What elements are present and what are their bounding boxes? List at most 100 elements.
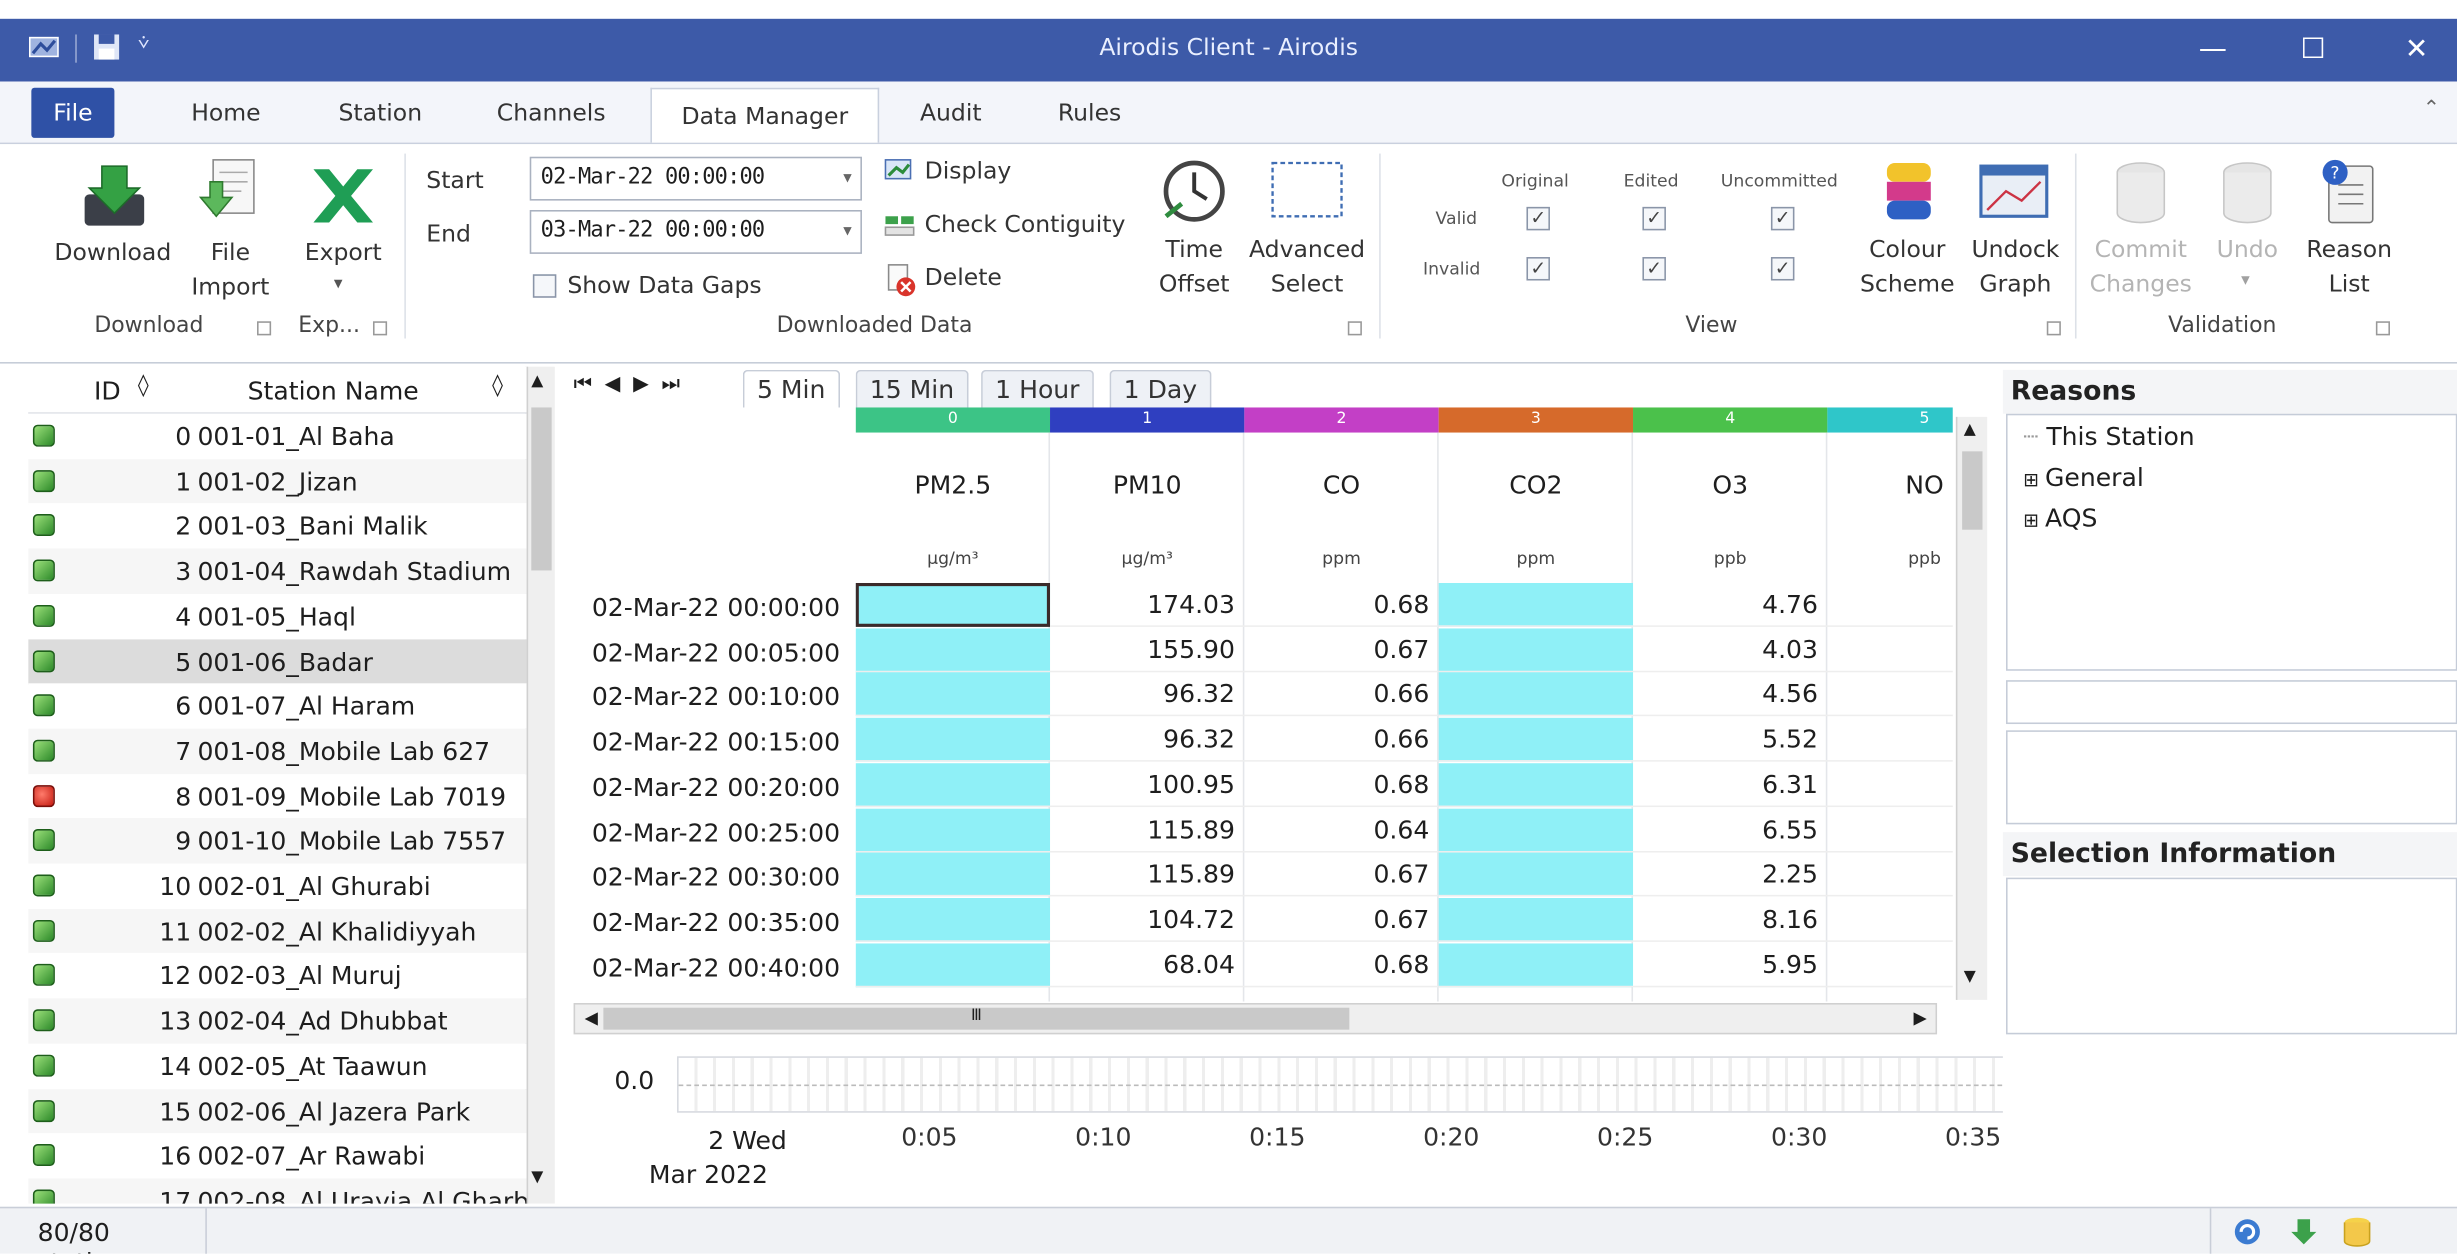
timestamp-cell[interactable]: 02-Mar-22 00:05:00 (567, 631, 852, 675)
data-cell[interactable]: 4.56 (1633, 673, 1828, 717)
station-row[interactable]: 3 001-04_Rawdah Stadium (28, 548, 527, 595)
data-cell[interactable]: 8.16 (1633, 898, 1828, 942)
channel-number[interactable]: 1 (1050, 407, 1245, 433)
dialog-launcher-icon[interactable] (372, 321, 388, 336)
channel-name[interactable]: CO2 (1439, 470, 1633, 500)
data-cell[interactable] (1438, 582, 1634, 627)
reasons-tree[interactable]: ┈ This Station ⊞ General ⊞ AQS (2006, 413, 2457, 671)
data-cell[interactable]: 5.52 (1633, 718, 1828, 762)
timestamp-cell[interactable]: 02-Mar-22 00:20:00 (567, 766, 852, 810)
station-row[interactable]: 5 001-06_Badar (28, 638, 527, 685)
data-cell[interactable]: 1 (1827, 718, 1953, 762)
channel-number[interactable]: 4 (1633, 407, 1828, 433)
channel-number[interactable]: 2 (1244, 407, 1439, 433)
original-valid-checkbox[interactable]: ✓ (1526, 206, 1550, 231)
start-date-combo[interactable]: 02-Mar-22 00:00:00 ▼ (529, 156, 862, 201)
station-row[interactable]: 2 001-03_Bani Malik (28, 503, 527, 550)
station-row[interactable]: 17 002-08_Al Urayja Al Gharbiyah (28, 1178, 527, 1204)
data-cell[interactable] (855, 627, 1051, 672)
id-column-header[interactable]: ID (94, 376, 121, 406)
tab-audit[interactable]: Audit (904, 94, 997, 141)
undock-graph-button[interactable]: Undock Graph (1965, 154, 2065, 304)
file-import-button[interactable]: File Import (188, 150, 273, 307)
data-cell[interactable] (855, 852, 1051, 897)
tab-channels[interactable]: Channels (481, 94, 621, 141)
timestamp-cell[interactable]: 02-Mar-22 00:15:00 (567, 721, 852, 765)
station-row[interactable]: 8 001-09_Mobile Lab 7019 (28, 773, 527, 820)
reason-list-button[interactable]: ? Reason List (2298, 154, 2401, 304)
tab-data-manager[interactable]: Data Manager (650, 87, 880, 143)
data-cell[interactable]: 0.68 (1244, 583, 1439, 627)
data-cell[interactable]: 96.32 (1050, 673, 1245, 717)
scroll-right-icon[interactable]: ▶ (1914, 1008, 1927, 1028)
data-cell[interactable]: 0.67 (1244, 898, 1439, 942)
collapse-ribbon-icon[interactable]: ⌃ (2423, 97, 2440, 121)
channel-name[interactable]: PM10 (1050, 470, 1244, 500)
data-cell[interactable] (1438, 942, 1634, 987)
show-data-gaps-checkbox[interactable] (532, 274, 557, 298)
station-row[interactable]: 12 002-03_Al Muruj (28, 953, 527, 999)
data-cell[interactable] (855, 897, 1051, 942)
timestamp-cell[interactable]: 02-Mar-22 00:25:00 (567, 811, 852, 855)
tab-station[interactable]: Station (323, 94, 438, 141)
data-cell[interactable]: 1 (1827, 808, 1953, 852)
data-cell[interactable] (1438, 897, 1634, 942)
station-row[interactable]: 11 002-02_Al Khalidiyyah (28, 908, 527, 954)
scroll-up-icon[interactable]: ▲ (531, 373, 543, 390)
data-cell[interactable]: 5.95 (1633, 943, 1828, 987)
data-cell[interactable]: 96.32 (1050, 718, 1245, 762)
delete-button[interactable]: Delete (884, 260, 1072, 301)
station-row[interactable]: 9 001-10_Mobile Lab 7557 (28, 818, 527, 864)
data-cell[interactable] (1438, 852, 1634, 897)
tab-rules[interactable]: Rules (1042, 94, 1137, 141)
tab-home[interactable]: Home (176, 94, 277, 141)
data-cell[interactable] (1438, 762, 1634, 807)
download-arrow-icon[interactable] (2288, 1216, 2319, 1254)
data-cell[interactable]: 0.68 (1244, 943, 1439, 987)
timestamp-cell[interactable]: 02-Mar-22 00:10:00 (567, 676, 852, 720)
data-cell[interactable]: 0.67 (1244, 853, 1439, 897)
station-row[interactable]: 15 002-06_Al Jazera Park (28, 1088, 527, 1134)
data-cell[interactable]: 1 (1827, 673, 1953, 717)
data-cell[interactable]: 155.90 (1050, 628, 1245, 672)
tree-item-general[interactable]: ⊞ General (2023, 462, 2144, 492)
data-cell[interactable]: 6.31 (1633, 763, 1828, 807)
station-row[interactable]: 16 002-07_Ar Rawabi (28, 1133, 527, 1179)
record-navigation-icons[interactable]: ⏮ ◀ ▶ ⏭ (574, 373, 683, 397)
data-cell[interactable] (855, 672, 1051, 717)
edited-valid-checkbox[interactable]: ✓ (1642, 206, 1666, 231)
data-cell[interactable]: 68.04 (1050, 943, 1245, 987)
data-cell[interactable]: 1 (1827, 583, 1953, 627)
data-cell[interactable]: 1 (1827, 898, 1953, 942)
reason-comment[interactable] (2006, 730, 2457, 825)
scroll-left-icon[interactable]: ◀ (585, 1008, 598, 1028)
data-cell[interactable]: 4.76 (1633, 583, 1828, 627)
data-cell[interactable] (1438, 672, 1634, 717)
data-cell[interactable] (855, 807, 1051, 852)
data-cell[interactable]: 174.03 (1050, 583, 1245, 627)
timestamp-cell[interactable]: 02-Mar-22 00:40:00 (567, 946, 852, 990)
timestamp-cell[interactable]: 02-Mar-22 00:00:00 (567, 586, 852, 630)
colour-scheme-button[interactable]: Colour Scheme (1859, 154, 1956, 304)
scroll-up-icon[interactable]: ▲ (1964, 422, 1976, 439)
station-row[interactable]: 6 001-07_Al Haram (28, 683, 527, 730)
station-row[interactable]: 1 001-02_Jizan (28, 458, 527, 505)
download-button[interactable]: Download (47, 150, 179, 307)
check-contiguity-button[interactable]: Check Contiguity (884, 207, 1150, 248)
channel-name[interactable]: O3 (1633, 470, 1827, 500)
station-list-scrollbar[interactable]: ▲ ▼ (526, 366, 555, 1204)
uncommitted-valid-checkbox[interactable]: ✓ (1770, 206, 1795, 231)
data-cell[interactable]: 2.25 (1633, 853, 1828, 897)
data-cell[interactable]: 1 (1827, 628, 1953, 672)
dialog-launcher-icon[interactable] (1347, 321, 1362, 336)
scroll-thumb[interactable]: Ⅲ (603, 1007, 1350, 1030)
edited-invalid-checkbox[interactable]: ✓ (1642, 257, 1666, 281)
data-cell[interactable]: 115.89 (1050, 853, 1245, 897)
channel-name[interactable]: PM2.5 (856, 470, 1050, 500)
data-cell[interactable]: 115.89 (1050, 808, 1245, 852)
reason-input[interactable] (2006, 680, 2457, 725)
close-icon[interactable]: ✕ (2385, 28, 2448, 72)
station-row[interactable]: 7 001-08_Mobile Lab 627 (28, 728, 527, 775)
interval-tab-5min[interactable]: 5 Min (742, 369, 840, 408)
data-cell[interactable]: 4.03 (1633, 628, 1828, 672)
